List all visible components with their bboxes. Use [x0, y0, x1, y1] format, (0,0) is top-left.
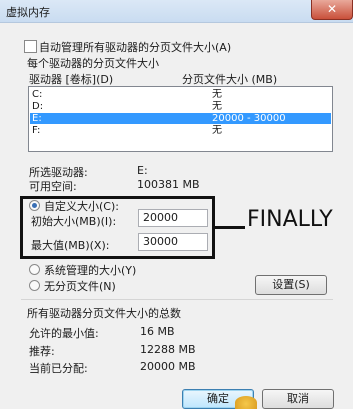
initial-size-input[interactable]: 20000	[138, 209, 208, 227]
group-divider	[21, 299, 333, 300]
free-space-value: 100381 MB	[137, 178, 200, 191]
window-title: 虚拟内存	[6, 6, 50, 19]
selected-drive-value: E:	[137, 164, 148, 177]
emoji-sticker-icon	[235, 396, 257, 409]
drive-letter: F:	[32, 125, 41, 136]
drive-size: 无	[212, 101, 222, 112]
current-allocated-label: 当前已分配:	[29, 362, 88, 375]
drive-size: 20000 - 30000	[212, 113, 286, 124]
custom-size-radio[interactable]	[29, 200, 40, 211]
drive-size: 无	[212, 125, 222, 136]
set-button[interactable]: 设置(S)	[255, 275, 327, 295]
no-paging-radio[interactable]	[29, 280, 40, 291]
free-space-label: 可用空间:	[29, 180, 77, 193]
min-allowed-value: 16 MB	[140, 325, 175, 338]
system-managed-label[interactable]: 系统管理的大小(Y)	[44, 262, 136, 278]
drive-letter: D:	[32, 101, 44, 112]
annotation-connector	[215, 226, 245, 229]
current-allocated-value: 20000 MB	[140, 360, 196, 373]
drive-letter: C:	[32, 89, 43, 100]
recommended-value: 12288 MB	[140, 343, 196, 356]
close-icon: ✕	[326, 2, 338, 16]
list-header-size: 分页文件大小 (MB)	[182, 73, 278, 86]
drive-letter: E:	[32, 113, 42, 124]
totals-group-title: 所有驱动器分页文件大小的总数	[27, 307, 181, 320]
drive-row-d[interactable]: D: 无	[30, 101, 331, 112]
custom-size-label[interactable]: 自定义大小(C):	[44, 198, 119, 214]
max-size-label: 最大值(MB)(X):	[31, 239, 110, 252]
list-header-drive: 驱动器 [卷标](D)	[29, 73, 114, 86]
no-paging-label[interactable]: 无分页文件(N)	[44, 278, 116, 294]
recommended-label: 推荐:	[29, 345, 55, 358]
auto-manage-label[interactable]: 自动管理所有驱动器的分页文件大小(A)	[39, 39, 231, 55]
per-drive-group-title: 每个驱动器的分页文件大小	[27, 57, 159, 70]
drive-row-f[interactable]: F: 无	[30, 125, 331, 136]
initial-size-label: 初始大小(MB)(I):	[31, 215, 117, 228]
title-bar: 虚拟内存 ✕	[0, 0, 353, 23]
drive-row-c[interactable]: C: 无	[30, 89, 331, 100]
system-managed-radio[interactable]	[29, 264, 40, 275]
drive-size: 无	[212, 89, 222, 100]
auto-manage-checkbox[interactable]	[24, 40, 37, 53]
annotation-text: FINALLY	[247, 207, 333, 232]
close-button[interactable]: ✕	[311, 0, 353, 20]
min-allowed-label: 允许的最小值:	[29, 327, 99, 340]
max-size-input[interactable]: 30000	[138, 233, 208, 251]
drive-row-e[interactable]: E: 20000 - 30000	[30, 113, 331, 124]
drive-listbox[interactable]: C: 无 D: 无 E: 20000 - 30000 F: 无	[28, 86, 333, 152]
cancel-button[interactable]: 取消	[262, 389, 334, 409]
